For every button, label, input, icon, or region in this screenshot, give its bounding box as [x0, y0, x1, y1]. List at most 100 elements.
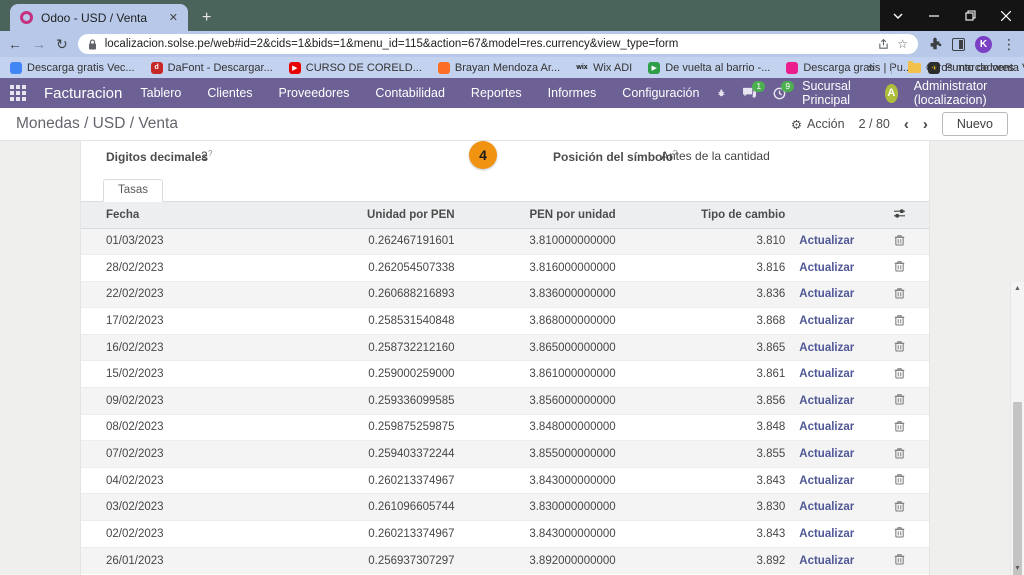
- trash-icon[interactable]: [894, 526, 905, 538]
- scroll-down-icon[interactable]: ▼: [1011, 562, 1024, 575]
- bookmark-item[interactable]: Descarga gratis | Pu...: [786, 62, 912, 74]
- window-chevron-icon[interactable]: [880, 0, 916, 31]
- cell-pen-por-unidad[interactable]: 3.865000000000: [463, 334, 624, 361]
- trash-icon[interactable]: [894, 420, 905, 432]
- minimize-button[interactable]: [916, 0, 952, 31]
- header-fecha[interactable]: Fecha: [81, 202, 268, 228]
- cell-tipo-de-cambio[interactable]: 3.816: [624, 255, 794, 282]
- cell-tipo-de-cambio[interactable]: 3.892: [624, 547, 794, 574]
- table-row[interactable]: 03/02/2023 0.261096605744 3.830000000000…: [81, 494, 929, 521]
- cell-fecha[interactable]: 15/02/2023: [81, 361, 268, 388]
- new-record-button[interactable]: Nuevo: [942, 112, 1008, 136]
- table-row[interactable]: 28/02/2023 0.262054507338 3.816000000000…: [81, 255, 929, 282]
- cell-pen-por-unidad[interactable]: 3.868000000000: [463, 308, 624, 335]
- back-icon[interactable]: ←: [8, 37, 22, 51]
- actualizar-link[interactable]: Actualizar: [799, 501, 854, 513]
- cell-tipo-de-cambio[interactable]: 3.810: [624, 228, 794, 255]
- breadcrumb[interactable]: Monedas / USD / Venta: [16, 115, 178, 133]
- cell-fecha[interactable]: 22/02/2023: [81, 281, 268, 308]
- table-row[interactable]: 08/02/2023 0.259875259875 3.848000000000…: [81, 414, 929, 441]
- table-row[interactable]: 07/02/2023 0.259403372244 3.855000000000…: [81, 441, 929, 468]
- cell-tipo-de-cambio[interactable]: 3.868: [624, 308, 794, 335]
- cell-fecha[interactable]: 16/02/2023: [81, 334, 268, 361]
- actualizar-link[interactable]: Actualizar: [799, 262, 854, 274]
- cell-tipo-de-cambio[interactable]: 3.856: [624, 388, 794, 415]
- apps-menu-icon[interactable]: [10, 85, 26, 101]
- trash-icon[interactable]: [894, 234, 905, 246]
- trash-icon[interactable]: [894, 260, 905, 272]
- extensions-icon[interactable]: [928, 37, 942, 51]
- table-row[interactable]: 26/01/2023 0.256937307297 3.892000000000…: [81, 547, 929, 574]
- trash-icon[interactable]: [894, 500, 905, 512]
- profile-avatar[interactable]: K: [975, 36, 992, 53]
- actualizar-link[interactable]: Actualizar: [799, 342, 854, 354]
- bookmark-item[interactable]: Brayan Mendoza Ar...: [438, 62, 560, 74]
- trash-icon[interactable]: [894, 367, 905, 379]
- actualizar-link[interactable]: Actualizar: [799, 315, 854, 327]
- cell-unidad-por-pen[interactable]: 0.260213374967: [268, 521, 463, 548]
- delete-cell[interactable]: [870, 388, 929, 415]
- delete-cell[interactable]: [870, 308, 929, 335]
- cell-unidad-por-pen[interactable]: 0.262467191601: [268, 228, 463, 255]
- app-name[interactable]: Facturacion: [44, 85, 122, 102]
- table-row[interactable]: 02/02/2023 0.260213374967 3.843000000000…: [81, 521, 929, 548]
- cell-fecha[interactable]: 07/02/2023: [81, 441, 268, 468]
- nav-menu-item[interactable]: Reportes: [471, 86, 522, 100]
- table-row[interactable]: 22/02/2023 0.260688216893 3.836000000000…: [81, 281, 929, 308]
- url-bar[interactable]: localizacion.solse.pe/web#id=2&cids=1&bi…: [78, 34, 918, 54]
- side-panel-icon[interactable]: [952, 38, 965, 51]
- forward-icon[interactable]: →: [32, 37, 46, 51]
- nav-menu-item[interactable]: Tablero: [140, 86, 181, 100]
- actualizar-link[interactable]: Actualizar: [799, 368, 854, 380]
- cell-pen-por-unidad[interactable]: 3.861000000000: [463, 361, 624, 388]
- cell-unidad-por-pen[interactable]: 0.259875259875: [268, 414, 463, 441]
- cell-fecha[interactable]: 02/02/2023: [81, 521, 268, 548]
- delete-cell[interactable]: [870, 281, 929, 308]
- actualizar-link[interactable]: Actualizar: [799, 555, 854, 567]
- nav-menu-item[interactable]: Proveedores: [279, 86, 350, 100]
- pager-previous-icon[interactable]: ‹: [904, 116, 909, 133]
- actualizar-link[interactable]: Actualizar: [799, 528, 854, 540]
- bookmark-item[interactable]: Descarga gratis Vec...: [10, 62, 135, 74]
- cell-tipo-de-cambio[interactable]: 3.861: [624, 361, 794, 388]
- table-row[interactable]: 17/02/2023 0.258531540848 3.868000000000…: [81, 308, 929, 335]
- bookmark-item[interactable]: d DaFont - Descargar...: [151, 62, 273, 74]
- debug-bug-icon[interactable]: [717, 87, 726, 99]
- actualizar-link[interactable]: Actualizar: [799, 288, 854, 300]
- cell-unidad-por-pen[interactable]: 0.259000259000: [268, 361, 463, 388]
- scrollbar-thumb[interactable]: [1013, 402, 1022, 575]
- header-unidad-por-pen[interactable]: Unidad por PEN: [268, 202, 463, 228]
- bookmark-item[interactable]: ▶ CURSO DE CORELD...: [289, 62, 422, 74]
- close-window-button[interactable]: [988, 0, 1024, 31]
- trash-icon[interactable]: [894, 447, 905, 459]
- close-tab-icon[interactable]: ✕: [169, 11, 178, 24]
- cell-unidad-por-pen[interactable]: 0.259336099585: [268, 388, 463, 415]
- share-icon[interactable]: [878, 39, 889, 50]
- cell-unidad-por-pen[interactable]: 0.262054507338: [268, 255, 463, 282]
- cell-unidad-por-pen[interactable]: 0.259403372244: [268, 441, 463, 468]
- more-bookmarks-icon[interactable]: »: [868, 60, 875, 75]
- cell-unidad-por-pen[interactable]: 0.256937307297: [268, 547, 463, 574]
- symbol-position-value[interactable]: Antes de la cantidad: [661, 149, 770, 163]
- cell-fecha[interactable]: 04/02/2023: [81, 467, 268, 494]
- delete-cell[interactable]: [870, 255, 929, 282]
- delete-cell[interactable]: [870, 547, 929, 574]
- cell-pen-por-unidad[interactable]: 3.848000000000: [463, 414, 624, 441]
- cell-pen-por-unidad[interactable]: 3.843000000000: [463, 521, 624, 548]
- restore-button[interactable]: [952, 0, 988, 31]
- nav-menu-item[interactable]: Configuración: [622, 86, 699, 100]
- messages-indicator[interactable]: 1: [742, 87, 757, 99]
- cell-pen-por-unidad[interactable]: 3.830000000000: [463, 494, 624, 521]
- cell-unidad-por-pen[interactable]: 0.260213374967: [268, 467, 463, 494]
- cell-tipo-de-cambio[interactable]: 3.865: [624, 334, 794, 361]
- nav-menu-item[interactable]: Contabilidad: [375, 86, 445, 100]
- cell-tipo-de-cambio[interactable]: 3.843: [624, 521, 794, 548]
- cell-fecha[interactable]: 01/03/2023: [81, 228, 268, 255]
- decimal-places-value[interactable]: 2: [201, 149, 208, 163]
- trash-icon[interactable]: [894, 340, 905, 352]
- delete-cell[interactable]: [870, 228, 929, 255]
- cell-fecha[interactable]: 17/02/2023: [81, 308, 268, 335]
- pager-next-icon[interactable]: ›: [923, 116, 928, 133]
- browser-tab[interactable]: Odoo - USD / Venta ✕: [10, 4, 188, 31]
- cell-pen-por-unidad[interactable]: 3.836000000000: [463, 281, 624, 308]
